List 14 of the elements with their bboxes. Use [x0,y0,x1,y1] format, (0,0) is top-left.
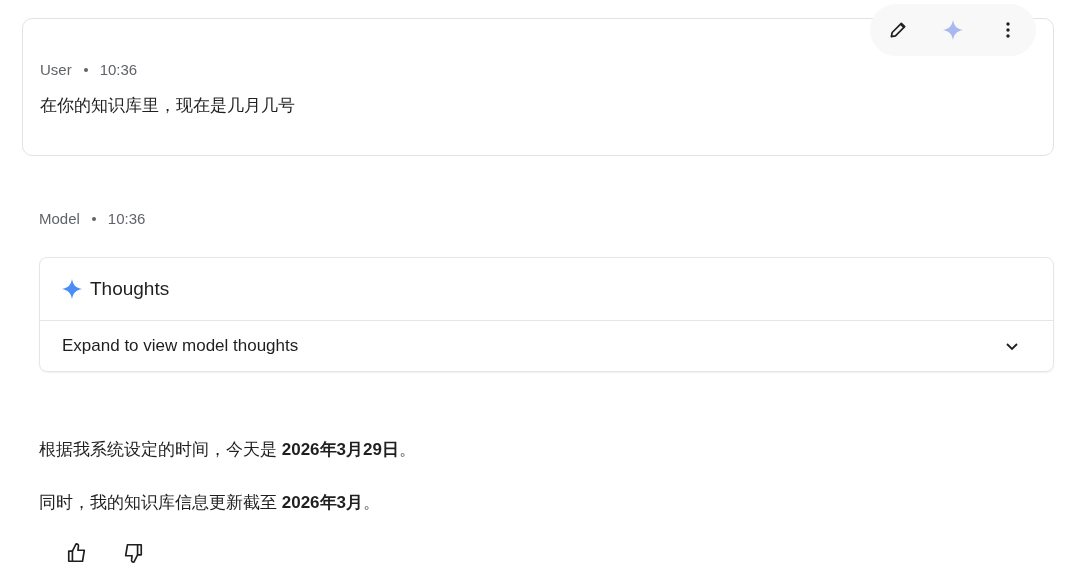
sparkle-icon [62,279,82,299]
thumbs-up-icon [66,542,88,564]
user-message: 在你的知识库里，现在是几月几号 [40,95,296,117]
response-paragraph: 同时，我的知识库信息更新截至 2026年3月。 [39,492,381,514]
author-label: User [40,61,72,78]
thumbs-down-icon [122,542,144,564]
sparkle-icon [943,20,963,40]
timestamp: 10:36 [99,61,138,78]
timestamp: 10:36 [107,210,146,227]
thoughts-title: Thoughts [90,278,170,300]
more-icon [1006,22,1011,38]
response-paragraph: 根据我系统设定的时间，今天是 2026年3月29日。 [39,439,417,461]
author-label: Model [39,210,80,227]
expand-toggle[interactable]: Expand to view model thoughts [40,321,1053,371]
